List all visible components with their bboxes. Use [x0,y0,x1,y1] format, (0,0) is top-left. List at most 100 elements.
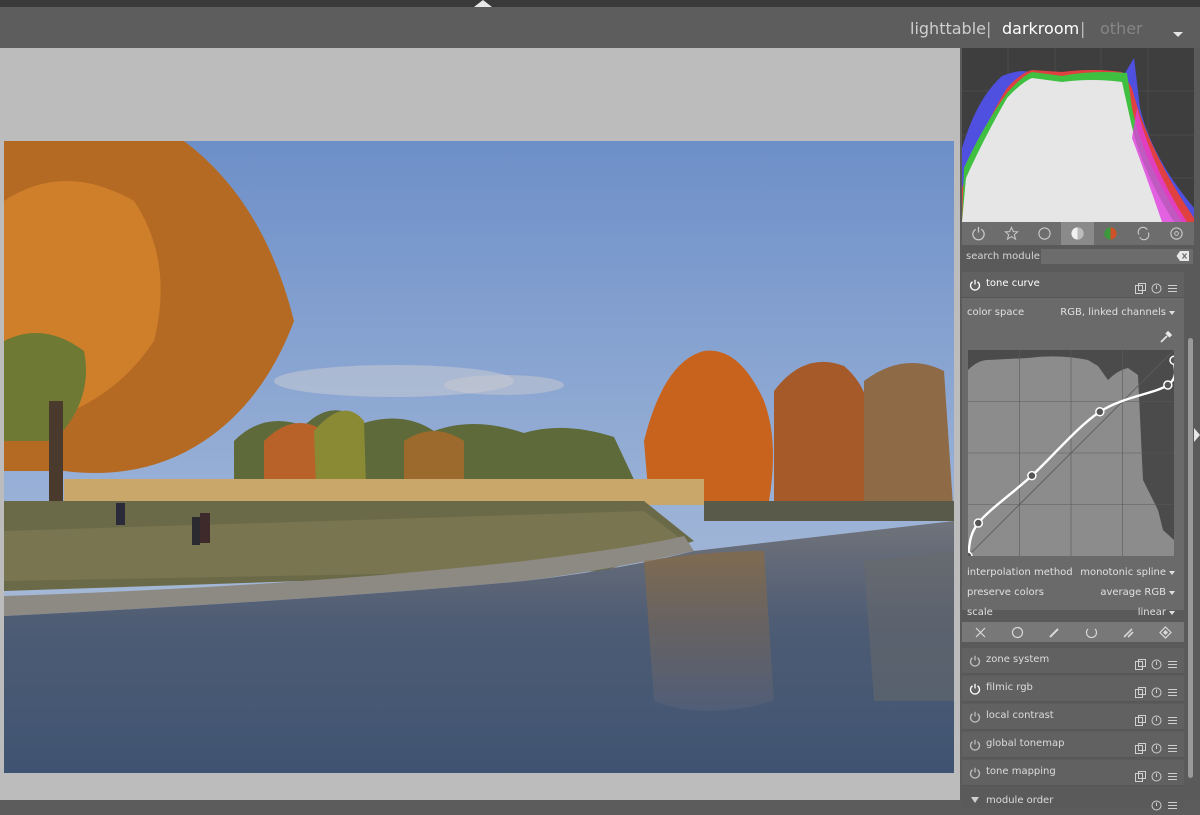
module-header-tone-curve[interactable]: tone curve [962,272,1184,298]
reset-icon[interactable] [1151,279,1162,294]
module-name: global tonemap [986,738,1065,749]
scale-value: linear [1137,607,1166,618]
presets-icon[interactable] [1135,683,1146,698]
mask-raster-button[interactable] [1147,625,1184,639]
presets-icon[interactable] [1135,655,1146,670]
menu-icon[interactable] [1167,796,1178,809]
power-icon[interactable] [969,711,981,723]
collapse-top-arrow-icon[interactable] [474,0,492,7]
group-tab-favourites[interactable] [995,222,1028,245]
color-space-label: color space [967,307,1025,318]
dropdown-arrow-icon [1169,311,1175,315]
color-picker-icon[interactable] [1159,330,1173,344]
interpolation-method-select[interactable]: interpolation method monotonic spline [962,564,1184,582]
presets-icon[interactable] [1135,711,1146,726]
menu-icon[interactable] [1167,683,1178,696]
mask-drawn-button[interactable] [1036,626,1073,639]
mask-uniform-button[interactable] [999,626,1036,639]
interpolation-method-label: interpolation method [967,567,1073,578]
power-icon[interactable] [969,655,981,667]
chevron-down-icon[interactable] [1173,32,1183,37]
effects-icon [1170,227,1183,240]
group-tab-effects[interactable] [1160,222,1193,245]
preserve-colors-label: preserve colors [967,587,1044,598]
reset-icon[interactable] [1151,655,1162,670]
color-space-value: RGB, linked channels [1060,307,1166,318]
module-group-tabs [962,222,1194,245]
preserve-colors-select[interactable]: preserve colors average RGB [962,584,1184,602]
expand-right-arrow-icon[interactable] [1194,428,1200,442]
reset-icon[interactable] [1151,796,1162,811]
group-tab-base[interactable] [1028,222,1061,245]
module-header-global-tonemap[interactable]: global tonemap [962,732,1184,758]
gradient-icon [1085,628,1098,638]
curve-node[interactable] [1163,380,1173,390]
module-header-tone-mapping[interactable]: tone mapping [962,760,1184,786]
module-header-local-contrast[interactable]: local contrast [962,704,1184,730]
reset-icon[interactable] [1151,711,1162,726]
reset-icon[interactable] [1151,683,1162,698]
scale-select[interactable]: scale linear [962,604,1184,622]
tone-icon [1071,227,1084,240]
curve-node[interactable] [1095,407,1105,417]
module-order-header[interactable]: module order [962,788,1184,811]
view-separator: | [1080,19,1086,38]
menu-icon[interactable] [1167,655,1178,668]
group-tab-active-modules[interactable] [962,222,995,245]
group-tab-correct[interactable] [1127,222,1160,245]
scale-label: scale [967,607,993,618]
search-module-label: search module [966,251,1040,262]
presets-icon[interactable] [1135,279,1146,294]
group-tab-tone[interactable] [1061,222,1094,245]
view-separator: | [986,19,992,38]
presets-icon[interactable] [1135,767,1146,782]
menu-icon[interactable] [1167,739,1178,752]
presets-icon[interactable] [1135,739,1146,754]
mask-toolbar [962,622,1184,642]
raster-icon [1159,625,1172,639]
power-icon[interactable] [969,767,981,779]
reset-icon[interactable] [1151,739,1162,754]
module-name: filmic rgb [986,682,1033,693]
backspace-icon[interactable] [1176,250,1190,262]
mask-off-button[interactable] [962,626,999,639]
tone-curve-graph[interactable] [963,349,1179,561]
module-header-zone-system[interactable]: zone system [962,648,1184,674]
module-order-label: module order [986,795,1054,806]
group-tab-color[interactable] [1094,222,1127,245]
search-module-input[interactable] [1041,249,1193,264]
correct-icon [1137,226,1150,241]
curve-node[interactable] [1027,470,1037,481]
view-switcher-header: lighttable | darkroom | other [0,7,1200,48]
tone-curve-plot[interactable] [963,349,1179,561]
view-darkroom[interactable]: darkroom [1002,19,1079,38]
menu-icon[interactable] [1167,279,1178,292]
preserve-colors-value: average RGB [1100,587,1166,598]
module-list: tone curve color space RGB, linked chann… [962,272,1184,811]
close-icon [975,627,986,637]
view-lighttable[interactable]: lighttable [910,19,986,38]
power-icon[interactable] [969,739,981,751]
mask-parametric-button[interactable] [1073,626,1110,639]
power-icon[interactable] [969,279,981,291]
module-header-filmic-rgb[interactable]: filmic rgb [962,676,1184,702]
mask-drawn-parametric-button[interactable] [1110,626,1147,639]
panel-scrollbar[interactable] [1188,338,1193,778]
search-module-row: search module [962,247,1194,267]
module-name: local contrast [986,710,1054,721]
color-space-select[interactable]: color space RGB, linked channels [962,304,1184,322]
histogram[interactable] [962,48,1194,222]
photo-canvas[interactable] [4,141,954,773]
curve-node[interactable] [1169,355,1179,366]
power-icon [972,226,985,241]
menu-icon[interactable] [1167,711,1178,724]
reset-icon[interactable] [1151,767,1162,782]
power-icon[interactable] [969,683,981,695]
dropdown-arrow-icon [1169,611,1175,615]
view-other[interactable]: other [1100,19,1143,38]
curve-node[interactable] [973,518,984,528]
tone-curve-body: color space RGB, linked channels interpo… [962,298,1184,618]
menu-icon[interactable] [1167,767,1178,780]
path-icon [1123,627,1134,638]
color-icon [1104,227,1117,240]
